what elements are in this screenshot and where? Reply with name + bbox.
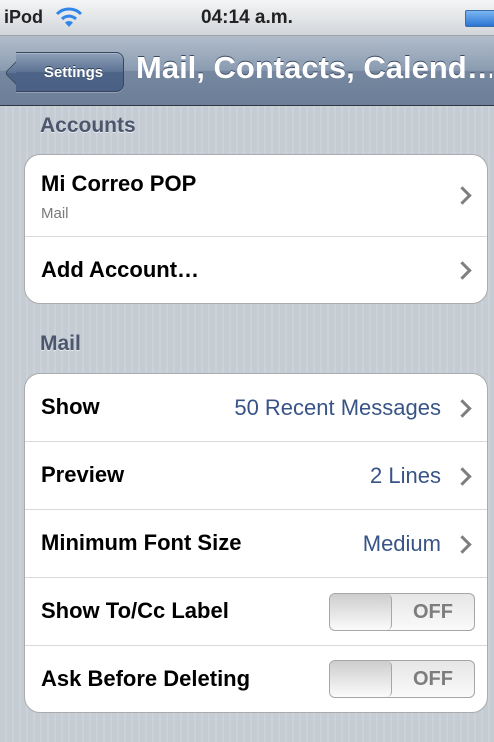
add-account-row[interactable]: Add Account…: [25, 237, 487, 303]
ask-before-deleting-label: Ask Before Deleting: [41, 666, 251, 691]
preview-value: 2 Lines: [370, 463, 441, 488]
ask-before-deleting-row: Ask Before Deleting OFF: [25, 646, 487, 712]
accounts-group: Mi Correo POP Mail Add Account…: [24, 154, 488, 304]
account-row-mi-correo-pop[interactable]: Mi Correo POP Mail: [25, 155, 487, 237]
section-header-accounts: Accounts: [40, 114, 136, 137]
preview-row[interactable]: Preview 2 Lines: [25, 442, 487, 510]
preview-label: Preview: [41, 462, 125, 487]
settings-back-button[interactable]: Settings: [16, 52, 124, 92]
toggle-knob[interactable]: [330, 594, 392, 630]
status-bar: iPod 04:14 a.m.: [0, 0, 494, 36]
chevron-right-icon: [453, 399, 472, 418]
toggle-state-text: OFF: [413, 601, 453, 623]
account-type: Mail: [41, 205, 69, 222]
chevron-right-icon: [453, 261, 472, 280]
minimum-font-size-label: Minimum Font Size: [41, 530, 242, 555]
section-header-mail: Mail: [40, 332, 81, 355]
show-to-cc-label: Show To/Cc Label: [41, 598, 229, 623]
chevron-right-icon: [453, 186, 472, 205]
chevron-right-icon: [453, 535, 472, 554]
toggle-state-text: OFF: [413, 668, 453, 690]
show-to-cc-toggle[interactable]: OFF: [329, 593, 475, 631]
show-to-cc-label-row: Show To/Cc Label OFF: [25, 578, 487, 646]
toggle-knob[interactable]: [330, 661, 392, 697]
battery-icon: [465, 10, 494, 27]
show-label: Show: [41, 394, 100, 419]
ask-before-deleting-toggle[interactable]: OFF: [329, 660, 475, 698]
minimum-font-size-value: Medium: [362, 531, 441, 556]
minimum-font-size-row[interactable]: Minimum Font Size Medium: [25, 510, 487, 578]
page-title: Mail, Contacts, Calend…: [136, 50, 492, 85]
mail-settings-group: Show 50 Recent Messages Preview 2 Lines …: [24, 373, 488, 713]
add-account-label: Add Account…: [41, 257, 200, 282]
show-value: 50 Recent Messages: [234, 395, 441, 420]
status-time: 04:14 a.m.: [201, 7, 293, 28]
show-row[interactable]: Show 50 Recent Messages: [25, 374, 487, 442]
chevron-right-icon: [453, 467, 472, 486]
navigation-bar: Settings Mail, Contacts, Calend…: [0, 36, 494, 106]
account-name: Mi Correo POP: [41, 171, 197, 196]
